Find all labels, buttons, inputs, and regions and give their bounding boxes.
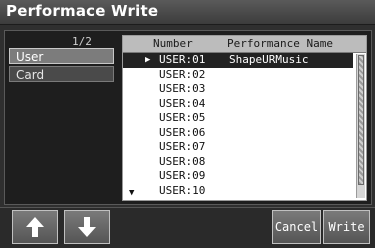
destination-tab-label: Card [16, 68, 45, 82]
column-header-number: Number [153, 37, 193, 50]
row-number: USER:02 [159, 67, 206, 81]
scrollbar-thumb[interactable] [358, 55, 364, 185]
row-number: USER:07 [159, 140, 206, 153]
more-below-icon: ▼ [129, 188, 135, 198]
list-row[interactable]: USER:09 [123, 169, 353, 184]
down-arrow-icon [77, 216, 97, 238]
window-title: Performace Write [6, 2, 159, 20]
write-button[interactable]: Write [323, 210, 370, 244]
list-row[interactable]: USER:04 [123, 97, 353, 112]
cancel-button-label: Cancel [274, 220, 319, 234]
list-row[interactable]: USER:02 [123, 68, 353, 83]
row-number: USER:03 [159, 82, 206, 95]
row-number: USER:06 [159, 125, 206, 139]
row-number: USER:01 [159, 53, 206, 66]
selected-marker-icon: ▶ [145, 55, 151, 65]
column-header-performance-name: Performance Name [227, 37, 333, 50]
list-row[interactable]: USER:10 [123, 184, 353, 199]
up-arrow-icon [25, 216, 45, 238]
row-number: USER:10 [159, 183, 206, 197]
row-number: USER:05 [159, 111, 206, 124]
list-header: Number Performance Name [123, 36, 366, 53]
scrollbar[interactable] [356, 54, 365, 198]
list-row[interactable]: USER:06 [123, 126, 353, 141]
down-button[interactable] [64, 210, 110, 244]
list-row[interactable]: USER:03 [123, 82, 353, 97]
row-performance-name: ShapeURMusic [229, 53, 309, 66]
destination-tab-card[interactable]: Card [9, 66, 114, 82]
list-row[interactable]: ▶ USER:01 ShapeURMusic [123, 53, 353, 68]
list-row[interactable]: USER:08 [123, 155, 353, 170]
list-row[interactable]: USER:05 [123, 111, 353, 126]
row-number: USER:09 [159, 169, 206, 182]
write-button-label: Write [328, 220, 365, 234]
row-number: USER:08 [159, 154, 206, 168]
destination-tab-user[interactable]: User [9, 48, 114, 64]
performance-list: Number Performance Name ▶ USER:01 ShapeURM… [122, 35, 367, 201]
title-bar: Performace Write [0, 0, 375, 25]
page-indicator: 1/2 [72, 35, 92, 48]
list-rows: ▶ USER:01 ShapeURMusic USER:02 USER:03 USER:0… [123, 53, 353, 198]
performance-write-screen: Performace Write 1/2 User Card Number Pe… [0, 0, 375, 248]
destination-tab-label: User [16, 50, 44, 64]
up-button[interactable] [12, 210, 58, 244]
row-number: USER:04 [159, 96, 206, 110]
list-row[interactable]: USER:07 [123, 140, 353, 155]
cancel-button[interactable]: Cancel [272, 210, 321, 244]
